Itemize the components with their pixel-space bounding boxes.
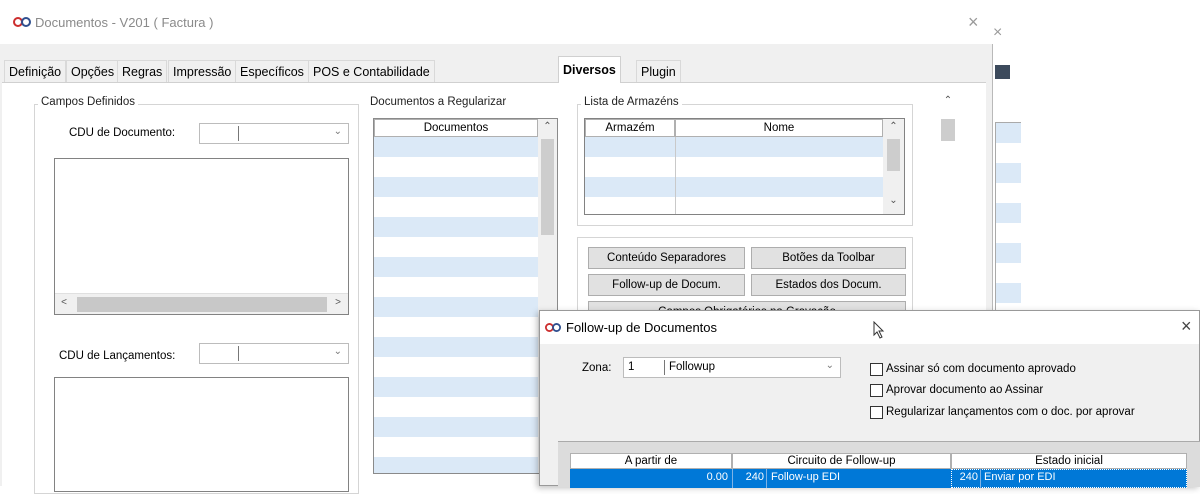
close-icon[interactable]: × <box>1181 316 1192 337</box>
aprovar-assinar-checkbox[interactable] <box>870 384 883 397</box>
combo-divider <box>664 360 665 375</box>
cdu-documento-list[interactable]: < > <box>54 158 349 315</box>
zona-value: Followup <box>669 361 716 373</box>
scroll-left-icon[interactable]: < <box>57 297 71 308</box>
tab-plugin[interactable]: Plugin <box>636 60 681 82</box>
grid-header-documentos[interactable]: Documentos <box>374 119 538 137</box>
dialog-title: Follow-up de Documentos <box>566 320 718 335</box>
title-bar: Documentos - V201 ( Factura ) × <box>0 0 993 44</box>
aprovar-assinar-label: Aprovar documento ao Assinar <box>886 384 1044 396</box>
bg-close-icon[interactable]: × <box>993 24 1002 42</box>
scrollbar-thumb[interactable] <box>77 297 327 312</box>
close-icon[interactable]: × <box>968 13 979 31</box>
scrollbar-thumb[interactable] <box>887 139 900 171</box>
vertical-scrollbar[interactable]: ⌃ ⌄ <box>883 119 904 214</box>
documentos-regularizar-grid[interactable]: Documentos ⌃ <box>373 118 558 474</box>
scrollbar-thumb[interactable] <box>541 139 554 235</box>
grid-header-nome[interactable]: Nome <box>675 119 883 137</box>
grid-rows <box>585 137 883 214</box>
estados-docum-button[interactable]: Estados dos Docum. <box>751 274 906 296</box>
conteudo-separadores-button[interactable]: Conteúdo Separadores <box>588 247 745 269</box>
bg-toolbar-icon[interactable] <box>995 65 1010 79</box>
zona-code: 1 <box>628 361 635 373</box>
tab-diversos[interactable]: Diversos <box>558 56 621 83</box>
dialog-title-bar: Follow-up de Documentos × <box>540 311 1199 344</box>
grid-header-armazem[interactable]: Armazém <box>585 119 675 137</box>
tab-opcoes[interactable]: Opções <box>66 60 120 82</box>
grid-header-apartir[interactable]: A partir de <box>570 453 732 469</box>
zona-label: Zona: <box>582 362 612 374</box>
followup-docum-button[interactable]: Follow-up de Docum. <box>588 274 745 296</box>
cell-divider <box>766 469 767 488</box>
armazens-grid[interactable]: Armazém Nome ⌃ ⌄ <box>584 118 905 215</box>
estado-code-cell: 240 <box>959 471 978 483</box>
scroll-up-icon[interactable]: ⌃ <box>937 95 959 106</box>
cdu-documento-label: CDU de Documento: <box>69 127 176 139</box>
regularizar-title: Documentos a Regularizar <box>370 96 507 108</box>
tab-strip: Definição Opções Regras Impressão Especí… <box>0 56 993 83</box>
app-logo-icon <box>13 17 31 27</box>
campos-definidos-title: Campos Definidos <box>38 96 138 108</box>
app-logo-icon <box>545 323 561 332</box>
botoes-toolbar-button[interactable]: Botões da Toolbar <box>751 247 906 269</box>
cdu-lancamentos-combo[interactable]: ⌄ <box>199 343 349 364</box>
regularizar-lancamentos-label: Regularizar lançamentos com o doc. por a… <box>886 406 1135 418</box>
chevron-down-icon: ⌄ <box>333 126 342 137</box>
armazens-title: Lista de Armazéns <box>581 96 682 108</box>
cdu-lancamentos-label: CDU de Lançamentos: <box>59 350 176 362</box>
assinar-aprovado-label: Assinar só com documento aprovado <box>886 363 1076 375</box>
apartir-cell: 0.00 <box>706 471 728 483</box>
circuito-code-cell: 240 <box>745 471 764 483</box>
tab-pos-contabilidade[interactable]: POS e Contabilidade <box>308 60 435 82</box>
cdu-lancamentos-list[interactable] <box>54 377 349 492</box>
cell-divider <box>732 469 733 488</box>
tab-definicao[interactable]: Definição <box>4 60 67 82</box>
cell-divider <box>980 469 981 488</box>
grid-rows <box>374 137 538 473</box>
horizontal-scrollbar[interactable]: < > <box>55 293 348 314</box>
grid-header-circuito[interactable]: Circuito de Follow-up <box>732 453 951 469</box>
scroll-up-icon[interactable]: ⌃ <box>883 121 904 132</box>
tab-especificos[interactable]: Específicos <box>235 60 309 82</box>
tab-regras[interactable]: Regras <box>117 60 168 82</box>
regularizar-lancamentos-checkbox[interactable] <box>870 406 883 419</box>
grid-header-estado[interactable]: Estado inicial <box>951 453 1187 469</box>
chevron-down-icon: ⌄ <box>333 346 342 357</box>
followup-grid[interactable]: A partir de Circuito de Follow-up Estado… <box>558 441 1200 488</box>
table-row[interactable]: 0.00 240 Follow-up EDI 240 Enviar por ED… <box>570 469 1187 488</box>
chevron-down-icon: ⌄ <box>825 360 834 371</box>
mouse-cursor-icon <box>873 321 885 339</box>
zona-combo[interactable]: 1 Followup ⌄ <box>623 357 841 378</box>
assinar-aprovado-checkbox[interactable] <box>870 363 883 376</box>
estado-name-cell: Enviar por EDI <box>984 471 1056 483</box>
followup-dialog: Follow-up de Documentos × Zona: 1 Follow… <box>539 310 1200 488</box>
window-title: Documentos - V201 ( Factura ) <box>35 15 214 30</box>
circuito-name-cell: Follow-up EDI <box>771 471 841 483</box>
tab-impressao[interactable]: Impressão <box>168 60 237 82</box>
scroll-up-icon[interactable]: ⌃ <box>538 121 557 132</box>
scroll-right-icon[interactable]: > <box>331 297 345 308</box>
column-divider <box>675 137 676 214</box>
scroll-down-icon[interactable]: ⌄ <box>883 195 904 206</box>
scrollbar-thumb[interactable] <box>941 119 955 141</box>
cdu-documento-combo[interactable]: ⌄ <box>199 123 349 144</box>
